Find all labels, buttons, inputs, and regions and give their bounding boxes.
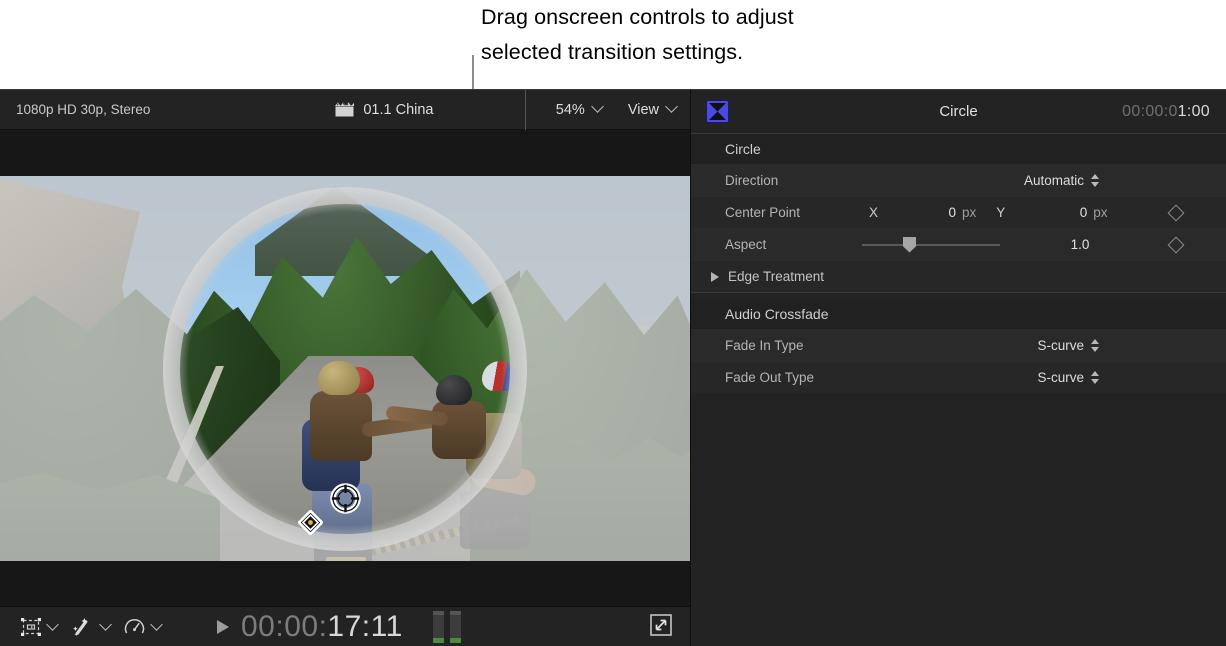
- row-label-direction: Direction: [725, 173, 779, 188]
- inspector-pane: Circle 00:00:01:00 Circle Direction Auto…: [690, 90, 1226, 646]
- callout-line-2: selected transition settings.: [481, 40, 744, 64]
- audio-meter-left: [432, 611, 444, 643]
- row-label-edge-treatment: Edge Treatment: [728, 269, 825, 284]
- x-axis-label: X: [869, 205, 879, 220]
- aspect-value-field[interactable]: 1.0: [1026, 237, 1134, 252]
- row-direction[interactable]: Direction Automatic: [691, 164, 1226, 196]
- scene-helmet-tricolor: [482, 361, 518, 391]
- timecode-dim-part: 00:00:: [241, 610, 328, 643]
- section-separator: [691, 292, 1226, 299]
- aspect-slider-thumb[interactable]: [903, 236, 916, 253]
- scene-helmet-black: [436, 375, 472, 405]
- transform-tool-button[interactable]: [16, 617, 61, 637]
- row-label-center-point: Center Point: [725, 205, 801, 220]
- audio-meter-right: [449, 611, 461, 643]
- aspect-slider[interactable]: [862, 236, 1000, 253]
- row-aspect[interactable]: Aspect 1.0: [691, 228, 1226, 260]
- direction-value: Automatic: [1023, 173, 1084, 188]
- viewer-view-controls: 54% View: [526, 90, 690, 129]
- center-point-control: X 0 px Y 0 px: [851, 204, 1226, 221]
- keyframe-diamond-icon[interactable]: [1167, 204, 1185, 221]
- y-axis-label: Y: [996, 205, 1006, 220]
- x-value-field[interactable]: 0: [878, 205, 957, 220]
- magic-wand-icon: [73, 618, 88, 637]
- row-label-fade-out-type: Fade Out Type: [725, 370, 815, 385]
- view-menu-button[interactable]: View: [627, 100, 678, 118]
- keyframe-diamond-icon[interactable]: [1167, 236, 1185, 253]
- row-label-aspect: Aspect: [725, 237, 767, 252]
- audio-meters: [432, 611, 461, 643]
- up-down-chevrons-icon: [1091, 370, 1100, 385]
- resolution-label: 1080p HD 30p, Stereo: [16, 102, 151, 117]
- scene-motorcycle-right: [385, 361, 550, 549]
- chevron-down-icon: [150, 617, 163, 631]
- retime-tool-button[interactable]: [120, 617, 165, 637]
- scene-bike-body-right: [460, 491, 530, 549]
- enhance-tool-button[interactable]: [67, 617, 114, 637]
- fade-out-value: S-curve: [1037, 370, 1084, 385]
- aspect-diamond-handle[interactable]: [297, 509, 324, 536]
- up-down-chevrons-icon: [1091, 173, 1100, 188]
- clip-name-label: 01.1 China: [363, 101, 434, 118]
- row-edge-treatment[interactable]: Edge Treatment: [691, 260, 1226, 292]
- fade-in-control: S-curve: [851, 338, 1226, 353]
- playhead-timecode-group[interactable]: 00:00:17:11: [217, 610, 403, 644]
- viewer-bottom-toolbar: 00:00:17:11: [0, 606, 690, 646]
- fade-out-control: S-curve: [851, 370, 1226, 385]
- scene-license-plate: [326, 557, 366, 561]
- expand-arrows-icon: [650, 613, 672, 636]
- callout-line-1: Drag onscreen controls to adjust: [481, 5, 794, 29]
- inspector-header: Circle 00:00:01:00: [691, 90, 1226, 134]
- x-unit-label: px: [962, 205, 977, 220]
- center-point-crosshair-handle[interactable]: [330, 483, 361, 514]
- viewer-tool-group: [0, 617, 165, 637]
- viewer-canvas[interactable]: [0, 130, 690, 606]
- chevron-down-icon: [99, 617, 112, 631]
- expand-viewer-button[interactable]: [650, 613, 690, 641]
- section-header-circle: Circle: [691, 134, 1226, 164]
- direction-popup-button[interactable]: Automatic: [1024, 173, 1100, 188]
- fade-out-popup-button[interactable]: S-curve: [1037, 370, 1100, 385]
- retime-speedometer-icon: [124, 619, 145, 634]
- disclosure-triangle-icon[interactable]: [711, 271, 719, 282]
- chevron-down-icon: [46, 617, 59, 631]
- direction-control: Automatic: [851, 173, 1226, 188]
- chevron-down-icon: [665, 100, 678, 113]
- viewer-info-group: 1080p HD 30p, Stereo 01.1 China: [0, 90, 525, 129]
- scene-rider-torso-right: [432, 401, 486, 459]
- row-fade-in-type[interactable]: Fade In Type S-curve: [691, 329, 1226, 361]
- view-menu-label: View: [627, 101, 659, 118]
- clapperboard-icon: [335, 102, 355, 117]
- callout-annotation: Drag onscreen controls to adjust selecte…: [481, 0, 951, 70]
- section-header-audio-crossfade: Audio Crossfade: [691, 299, 1226, 329]
- inspector-title: Circle: [939, 103, 978, 120]
- chevron-down-icon: [590, 100, 604, 113]
- viewer-top-toolbar: 1080p HD 30p, Stereo 01.1 China 54% View: [0, 89, 690, 130]
- y-unit-label: px: [1093, 205, 1108, 220]
- screenshot-root: Drag onscreen controls to adjust selecte…: [0, 0, 1226, 646]
- row-center-point[interactable]: Center Point X 0 px Y 0 px: [691, 196, 1226, 228]
- transform-tool-icon: [21, 618, 41, 636]
- aspect-control: 1.0: [848, 236, 1226, 253]
- zoom-level-label: 54%: [555, 101, 585, 118]
- fade-in-value: S-curve: [1037, 338, 1084, 353]
- scene-helmet-tan: [318, 361, 360, 395]
- y-value-field[interactable]: 0: [1005, 205, 1088, 220]
- row-fade-out-type[interactable]: Fade Out Type S-curve: [691, 361, 1226, 393]
- app-window: 1080p HD 30p, Stereo 01.1 China 54% View…: [0, 89, 1226, 646]
- fade-in-popup-button[interactable]: S-curve: [1037, 338, 1100, 353]
- play-triangle-icon[interactable]: [217, 620, 229, 634]
- viewer-timecode[interactable]: 00:00:17:11: [241, 610, 403, 644]
- up-down-chevrons-icon: [1091, 338, 1100, 353]
- row-label-fade-in-type: Fade In Type: [725, 338, 804, 353]
- zoom-level-popup[interactable]: 54%: [555, 100, 604, 118]
- timecode-lit-part: 17:11: [327, 610, 403, 643]
- viewer-pane: 1080p HD 30p, Stereo 01.1 China 54% View…: [0, 89, 690, 646]
- center-point-fields: X 0 px Y 0 px: [851, 205, 1136, 220]
